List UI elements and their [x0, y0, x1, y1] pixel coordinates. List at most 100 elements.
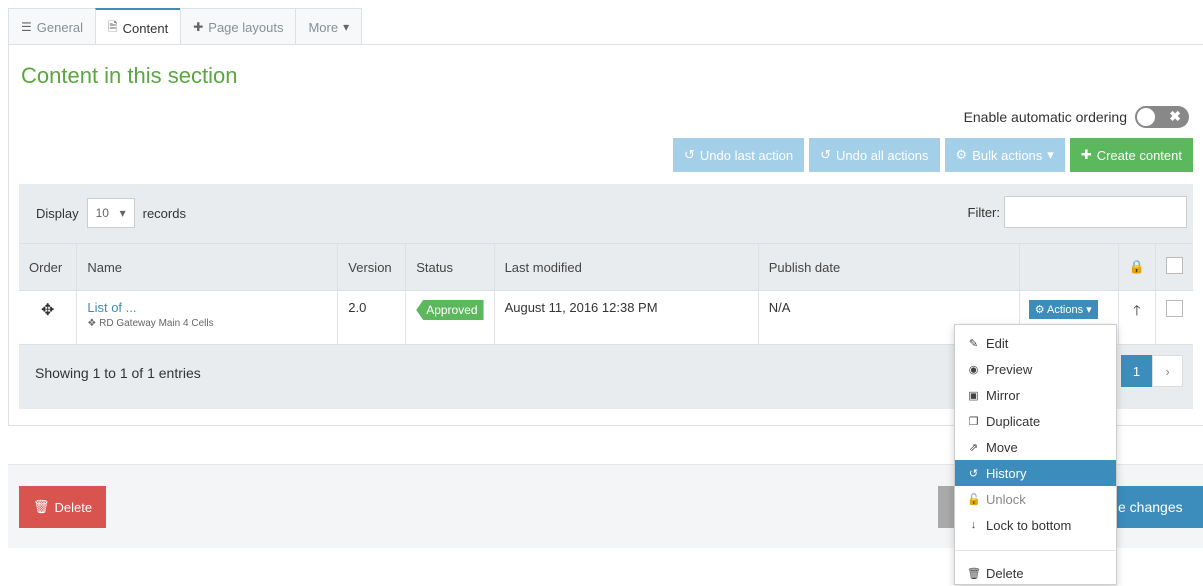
- menu-item-mirror[interactable]: ▣ Mirror: [955, 382, 1116, 408]
- close-icon: ✖: [1169, 108, 1181, 124]
- menu-item-label: Delete: [986, 565, 1024, 581]
- move-top-cell: 🡑: [1118, 290, 1156, 345]
- copy-icon: ❐: [968, 415, 979, 428]
- column-actions: [1019, 243, 1119, 291]
- mirror-icon: ▣: [968, 389, 979, 402]
- status-badge: Approved: [416, 300, 484, 320]
- menu-item-history[interactable]: ↺ History: [955, 460, 1116, 486]
- next-page-button[interactable]: ›: [1152, 355, 1183, 387]
- caret-down-icon: ▾: [1047, 147, 1054, 162]
- create-content-button[interactable]: ✚ Create content: [1069, 138, 1193, 172]
- save-changes-button[interactable]: e changes: [1108, 486, 1203, 528]
- menu-item-preview[interactable]: ◉ Preview: [955, 356, 1116, 382]
- column-name[interactable]: Name: [76, 243, 339, 291]
- tab-content[interactable]: 🗎 Content: [95, 8, 182, 46]
- filter-label: Filter:: [967, 204, 1001, 220]
- tab-more[interactable]: More ▾: [295, 8, 363, 45]
- showing-entries: Showing 1 to 1 of 1 entries: [35, 365, 201, 381]
- menu-item-label: Preview: [986, 361, 1033, 377]
- column-last-modified[interactable]: Last modified: [494, 243, 759, 291]
- content-subtitle-text: RD Gateway Main 4 Cells: [99, 318, 214, 329]
- tab-page-layouts-label: Page layouts: [208, 19, 284, 35]
- arrow-up-icon[interactable]: 🡑: [1133, 302, 1140, 318]
- external-link-icon: ⇗: [968, 441, 979, 454]
- caret-down-icon: ▾: [343, 20, 350, 34]
- page-title: Content in this section: [21, 63, 238, 88]
- column-lock: 🔒: [1118, 243, 1156, 291]
- menu-item-label: Edit: [986, 335, 1009, 351]
- select-all-checkbox[interactable]: [1165, 257, 1183, 274]
- lock-icon: 🔒: [1128, 259, 1145, 274]
- column-publish-date[interactable]: Publish date: [758, 243, 1020, 291]
- column-order[interactable]: Order: [19, 243, 78, 291]
- bulk-actions-label: Bulk actions: [972, 147, 1043, 163]
- column-status[interactable]: Status: [405, 243, 495, 291]
- menu-item-label: History: [986, 465, 1027, 481]
- bulk-actions-button[interactable]: ⚙ Bulk actions ▾: [944, 138, 1065, 172]
- records-per-page-select[interactable]: 10 ▾: [86, 198, 135, 228]
- eye-icon: ◉: [968, 363, 979, 376]
- plus-icon: ✚: [1080, 147, 1092, 162]
- tab-general[interactable]: ☰ General: [8, 8, 97, 45]
- menu-item-label: Duplicate: [986, 413, 1041, 429]
- auto-ordering-label: Enable automatic ordering: [963, 109, 1127, 125]
- page-1-button[interactable]: 1: [1121, 355, 1152, 387]
- actions-label: Actions: [1047, 304, 1084, 316]
- menu-item-label: Move: [986, 439, 1018, 455]
- undo-all-label: Undo all actions: [836, 147, 929, 163]
- auto-ordering-control: Enable automatic ordering ✖: [964, 106, 1189, 128]
- content-subtitle: ❖ RD Gateway Main 4 Cells: [87, 318, 327, 329]
- status-cell: Approved: [405, 290, 495, 345]
- tab-more-label: More: [308, 19, 339, 35]
- content-name-link[interactable]: List of ...: [87, 300, 327, 315]
- arrow-down-icon: ↓: [970, 519, 977, 531]
- create-content-label: Create content: [1096, 147, 1182, 163]
- tab-general-label: General: [36, 19, 84, 35]
- pagination: 1 ›: [1121, 355, 1183, 387]
- menu-item-delete[interactable]: 🗑 Delete: [955, 560, 1116, 586]
- delete-button[interactable]: 🗑 Delete: [19, 486, 107, 528]
- undo-icon: ↺: [820, 147, 832, 162]
- tab-bar: ☰ General 🗎 Content ✚ Page layouts More …: [8, 8, 363, 46]
- toolbar: ↺ Undo last action ↺ Undo all actions ⚙ …: [672, 138, 1193, 172]
- actions-button[interactable]: ⚙ Actions ▾: [1028, 300, 1098, 319]
- edit-icon: ✎: [968, 337, 979, 350]
- order-cell: ✥: [19, 290, 78, 345]
- display-records: Display 10 ▾ records: [36, 198, 186, 228]
- column-version[interactable]: Version: [337, 243, 407, 291]
- move-handle-icon[interactable]: ✥: [41, 302, 54, 319]
- row-checkbox[interactable]: [1165, 300, 1183, 317]
- menu-item-label: Mirror: [986, 387, 1020, 403]
- menu-item-label: Lock to bottom: [986, 517, 1072, 533]
- records-per-page-value: 10: [95, 206, 109, 220]
- save-changes-label: e changes: [1118, 499, 1183, 515]
- auto-ordering-toggle[interactable]: ✖: [1135, 106, 1189, 128]
- menu-item-move[interactable]: ⇗ Move: [955, 434, 1116, 460]
- last-modified-cell: August 11, 2016 12:38 PM: [494, 290, 759, 345]
- menu-item-unlock[interactable]: 🔓 Unlock: [955, 486, 1116, 512]
- undo-all-button[interactable]: ↺ Undo all actions: [809, 138, 940, 172]
- version-cell: 2.0: [337, 290, 407, 345]
- menu-item-duplicate[interactable]: ❐ Duplicate: [955, 408, 1116, 434]
- caret-down-icon: ▾: [1083, 304, 1092, 316]
- table-header-row: Order Name Version Status Last modified …: [19, 243, 1193, 291]
- undo-last-label: Undo last action: [699, 147, 794, 163]
- tab-page-layouts[interactable]: ✚ Page layouts: [180, 8, 297, 45]
- gear-icon: ⚙: [1034, 304, 1048, 316]
- menu-item-label: Unlock: [986, 491, 1026, 507]
- filter-input[interactable]: [1004, 196, 1187, 228]
- undo-icon: ↺: [683, 147, 695, 162]
- puzzle-icon: ✚: [193, 20, 204, 34]
- unlock-icon: 🔓: [967, 493, 981, 506]
- menu-divider: [955, 550, 1116, 551]
- menu-item-lock-to-bottom[interactable]: ↓ Lock to bottom: [955, 512, 1116, 538]
- toggle-knob: [1137, 108, 1155, 126]
- undo-last-button[interactable]: ↺ Undo last action: [672, 138, 805, 172]
- file-icon: 🗎: [108, 19, 118, 34]
- cubes-icon: ❖: [87, 318, 100, 329]
- tab-content-label: Content: [122, 20, 169, 36]
- select-cell: [1155, 290, 1193, 345]
- menu-item-edit[interactable]: ✎ Edit: [955, 330, 1116, 356]
- display-suffix: records: [142, 205, 186, 221]
- display-prefix: Display: [36, 205, 79, 221]
